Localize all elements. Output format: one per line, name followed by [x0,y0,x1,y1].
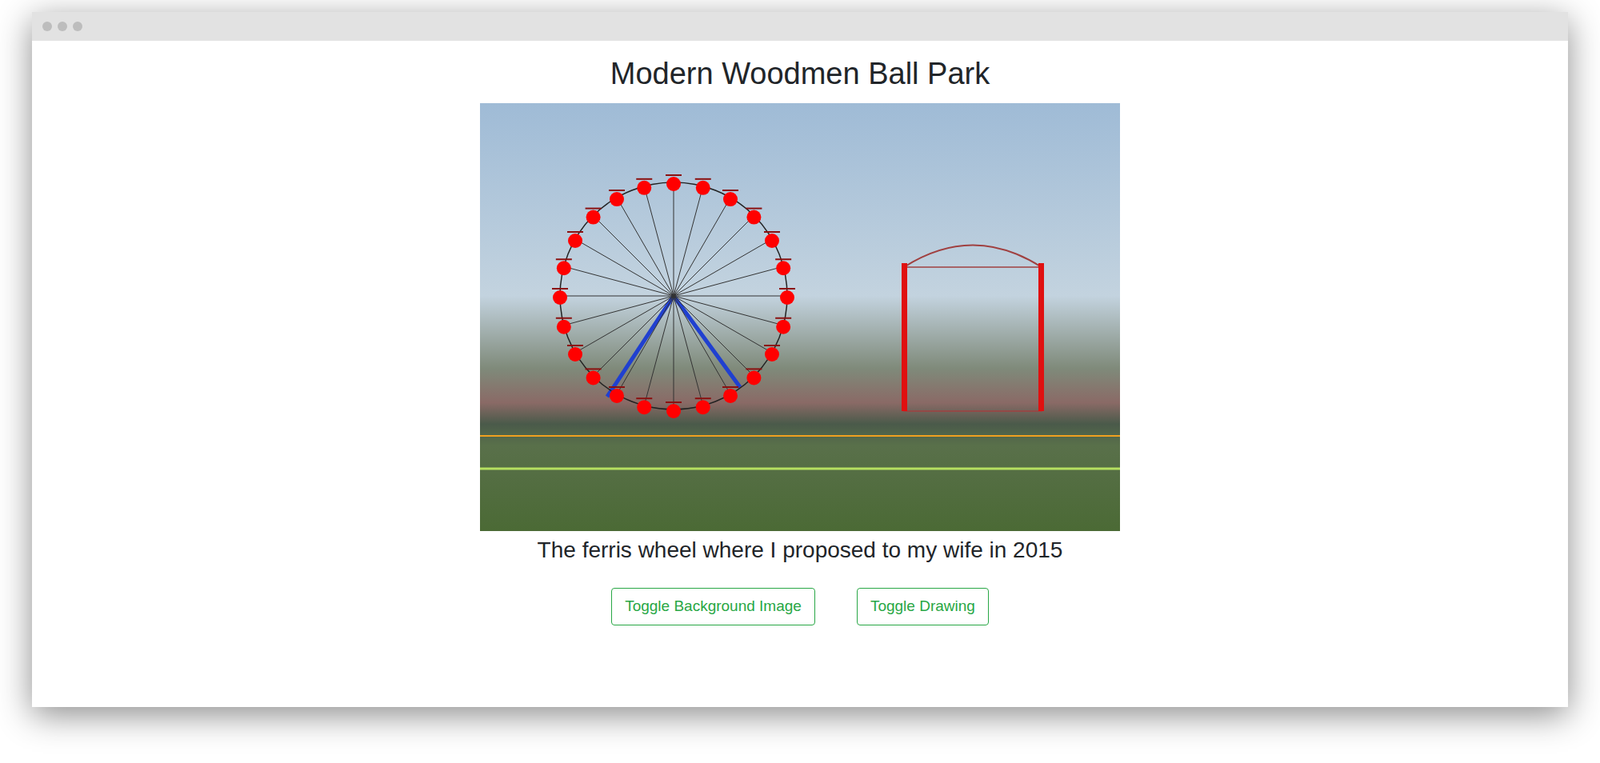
toggle-button[interactable]: Toggle Background Image [611,588,816,626]
screen: Modern Woodmen Ball Park The ferris wheel… [0,0,1600,763]
page-heading: Modern Woodmen Ball Park [610,55,991,92]
button-row: Toggle Background Image Toggle Drawing [611,588,989,626]
background-photo [480,103,1120,532]
page-content: Modern Woodmen Ball Park The ferris wheel… [32,40,1568,626]
toggle-button[interactable]: Toggle Drawing [856,588,989,626]
window-dot[interactable] [72,21,83,32]
ferris-wheel-drawing [480,103,1120,532]
window-dot[interactable] [57,21,68,32]
title-bar [32,12,1568,41]
browser-window: Modern Woodmen Ball Park The ferris wheel… [32,12,1568,708]
window-dot[interactable] [42,21,52,32]
photo-frame [480,103,1120,532]
photo-caption: The ferris wheel where I proposed to my … [537,536,1064,565]
